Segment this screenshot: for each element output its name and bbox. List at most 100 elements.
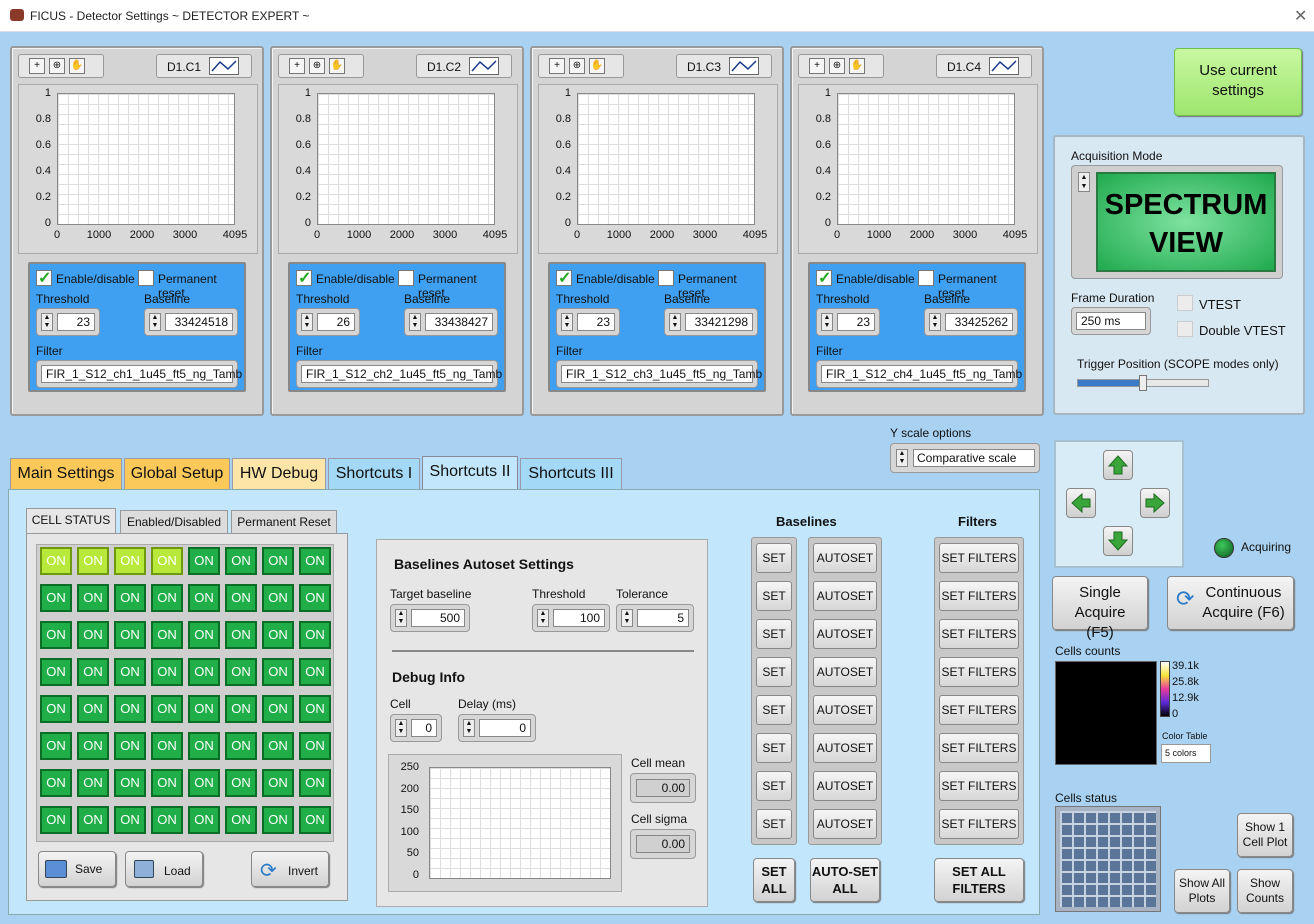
- yscale-spinner[interactable]: ▲ ▼: [896, 449, 908, 467]
- permanent-reset-checkbox[interactable]: [398, 270, 414, 286]
- show-all-plots-button[interactable]: Show All Plots: [1174, 869, 1230, 913]
- tolerance-spinner[interactable]: ▲ ▼: [621, 609, 633, 627]
- waveform-icon[interactable]: [989, 57, 1019, 75]
- hand-icon[interactable]: ✋: [329, 58, 345, 74]
- channel-plot-grid[interactable]: [317, 93, 495, 225]
- set-baseline-button[interactable]: SET: [756, 581, 792, 611]
- trigger-slider-track[interactable]: [1077, 375, 1209, 391]
- cell-toggle[interactable]: ON: [40, 732, 72, 760]
- permanent-reset-checkbox[interactable]: [918, 270, 934, 286]
- filter-value[interactable]: FIR_1_S12_ch2_1u45_ft5_ng_Tamb: [301, 365, 502, 383]
- delay-value[interactable]: 0: [479, 719, 531, 737]
- arrow-down-button[interactable]: [1103, 526, 1133, 556]
- cell-toggle[interactable]: ON: [299, 621, 331, 649]
- cell-toggle[interactable]: ON: [262, 806, 294, 834]
- zoom-icon[interactable]: ⊕: [829, 58, 845, 74]
- waveform-icon[interactable]: [209, 57, 239, 75]
- tab-main-settings[interactable]: Main Settings: [10, 458, 122, 490]
- cell-toggle[interactable]: ON: [40, 547, 72, 575]
- crosshair-icon[interactable]: +: [29, 58, 45, 74]
- cell-toggle[interactable]: ON: [151, 584, 183, 612]
- cell-toggle[interactable]: ON: [40, 806, 72, 834]
- single-acquire-button[interactable]: Single Acquire (F5): [1052, 576, 1148, 641]
- cell-toggle[interactable]: ON: [77, 732, 109, 760]
- cell-toggle[interactable]: ON: [77, 806, 109, 834]
- cell-toggle[interactable]: ON: [151, 695, 183, 723]
- threshold-field[interactable]: ▲ ▼ 23: [556, 308, 620, 336]
- threshold-spinner[interactable]: ▲ ▼: [301, 313, 313, 331]
- enable-checkbox[interactable]: [556, 268, 572, 288]
- cell-toggle[interactable]: ON: [299, 547, 331, 575]
- cell-toggle[interactable]: ON: [262, 547, 294, 575]
- threshold-field[interactable]: ▲ ▼ 23: [36, 308, 100, 336]
- cell-toggle[interactable]: ON: [299, 584, 331, 612]
- save-button[interactable]: Save: [38, 851, 116, 887]
- threshold-spinner[interactable]: ▲ ▼: [821, 313, 833, 331]
- cell-toggle[interactable]: ON: [188, 695, 220, 723]
- crosshair-icon[interactable]: +: [549, 58, 565, 74]
- cell-toggle[interactable]: ON: [262, 621, 294, 649]
- autoset-baseline-button[interactable]: AUTOSET: [813, 619, 877, 649]
- cell-toggle[interactable]: ON: [151, 658, 183, 686]
- cell-toggle[interactable]: ON: [77, 658, 109, 686]
- crosshair-icon[interactable]: +: [289, 58, 305, 74]
- cell-toggle[interactable]: ON: [225, 732, 257, 760]
- subtab-enabled-disabled[interactable]: Enabled/Disabled: [120, 510, 228, 534]
- cell-toggle[interactable]: ON: [225, 769, 257, 797]
- cell-toggle[interactable]: ON: [151, 547, 183, 575]
- set-all-button[interactable]: SET ALL: [753, 858, 795, 902]
- crosshair-icon[interactable]: +: [809, 58, 825, 74]
- cell-toggle[interactable]: ON: [262, 732, 294, 760]
- cell-toggle[interactable]: ON: [225, 658, 257, 686]
- set-filters-button[interactable]: SET FILTERS: [939, 657, 1019, 687]
- cell-toggle[interactable]: ON: [225, 695, 257, 723]
- cell-toggle[interactable]: ON: [188, 584, 220, 612]
- cell-toggle[interactable]: ON: [77, 695, 109, 723]
- baseline-spinner[interactable]: ▲ ▼: [929, 313, 941, 331]
- baseline-field[interactable]: ▲ ▼ 33438427: [404, 308, 498, 336]
- threshold-value[interactable]: 23: [577, 313, 615, 331]
- target-spinner[interactable]: ▲ ▼: [395, 609, 407, 627]
- color-table-field[interactable]: 5 colors: [1161, 744, 1211, 763]
- autoset-baseline-button[interactable]: AUTOSET: [813, 543, 877, 573]
- continuous-acquire-button[interactable]: ⟳ Continuous Acquire (F6): [1167, 576, 1294, 630]
- channel-plot-grid[interactable]: [837, 93, 1015, 225]
- set-baseline-button[interactable]: SET: [756, 543, 792, 573]
- hand-icon[interactable]: ✋: [589, 58, 605, 74]
- cell-toggle[interactable]: ON: [40, 621, 72, 649]
- set-all-filters-button[interactable]: SET ALL FILTERS: [934, 858, 1024, 902]
- cell-toggle[interactable]: ON: [114, 769, 146, 797]
- cell-toggle[interactable]: ON: [40, 695, 72, 723]
- threshold-field[interactable]: ▲ ▼ 23: [816, 308, 880, 336]
- subtab-cell-status[interactable]: CELL STATUS: [26, 508, 116, 534]
- cell-toggle[interactable]: ON: [225, 547, 257, 575]
- cell-toggle[interactable]: ON: [299, 732, 331, 760]
- autoset-baseline-button[interactable]: AUTOSET: [813, 657, 877, 687]
- set-filters-button[interactable]: SET FILTERS: [939, 581, 1019, 611]
- delay-field[interactable]: ▲ ▼ 0: [458, 714, 536, 742]
- permanent-reset-checkbox[interactable]: [658, 270, 674, 286]
- baseline-spinner[interactable]: ▲ ▼: [669, 313, 681, 331]
- baseline-value[interactable]: 33424518: [165, 313, 233, 331]
- cell-toggle[interactable]: ON: [188, 658, 220, 686]
- arrow-right-button[interactable]: [1140, 488, 1170, 518]
- hand-icon[interactable]: ✋: [849, 58, 865, 74]
- hand-icon[interactable]: ✋: [69, 58, 85, 74]
- cell-toggle[interactable]: ON: [77, 584, 109, 612]
- set-filters-button[interactable]: SET FILTERS: [939, 619, 1019, 649]
- cell-toggle[interactable]: ON: [225, 584, 257, 612]
- filter-value[interactable]: FIR_1_S12_ch1_1u45_ft5_ng_Tamb: [41, 365, 242, 383]
- set-baseline-button[interactable]: SET: [756, 809, 792, 839]
- cell-toggle[interactable]: ON: [77, 621, 109, 649]
- set-baseline-button[interactable]: SET: [756, 619, 792, 649]
- set-filters-button[interactable]: SET FILTERS: [939, 543, 1019, 573]
- tab-global-setup[interactable]: Global Setup: [124, 458, 230, 490]
- cell-toggle[interactable]: ON: [299, 806, 331, 834]
- cell-field[interactable]: ▲ ▼ 0: [390, 714, 442, 742]
- arrow-up-button[interactable]: [1103, 450, 1133, 480]
- cell-toggle[interactable]: ON: [114, 806, 146, 834]
- delay-spinner[interactable]: ▲ ▼: [463, 719, 475, 737]
- baseline-value[interactable]: 33425262: [945, 313, 1013, 331]
- cell-toggle[interactable]: ON: [188, 621, 220, 649]
- cell-toggle[interactable]: ON: [262, 769, 294, 797]
